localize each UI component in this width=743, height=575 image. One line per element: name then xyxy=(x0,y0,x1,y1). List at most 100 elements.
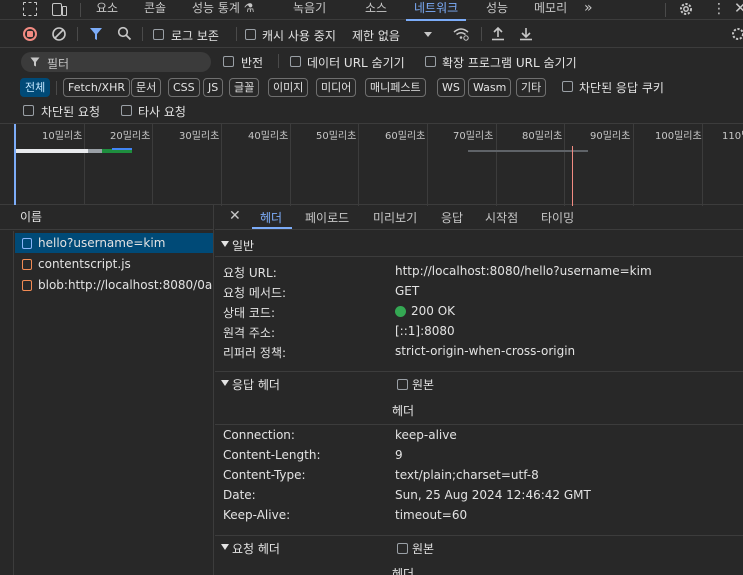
header-value: GET xyxy=(395,284,420,298)
network-settings-gear-icon[interactable] xyxy=(730,26,743,42)
throttling-select[interactable]: 제한 없음 xyxy=(352,27,400,44)
timeline-overview[interactable]: 10밀리초 20밀리초 30밀리초 40밀리초 50밀리초 60밀리초 70밀리… xyxy=(0,123,743,206)
general-title: 일반 xyxy=(232,239,255,253)
filter-placeholder: 필터 xyxy=(47,57,70,71)
more-options-icon[interactable]: ⋮ xyxy=(712,1,726,17)
expand-triangle-icon xyxy=(221,241,229,247)
header-key: Keep-Alive: xyxy=(223,508,291,522)
request-row-blob[interactable]: blob:http://localhost:8080/0a... xyxy=(15,275,213,295)
tab-timing[interactable]: 타이밍 xyxy=(541,209,574,226)
timeline-gridline xyxy=(633,124,634,206)
filter-icon[interactable] xyxy=(89,27,103,41)
timeline-gridline xyxy=(152,124,153,206)
tick-label: 70밀리초 xyxy=(453,131,494,142)
third-party-label: 타사 요청 xyxy=(138,105,186,119)
timeline-gridline xyxy=(702,124,703,206)
timeline-gridline xyxy=(290,124,291,206)
network-conditions-icon[interactable] xyxy=(452,26,470,42)
request-name: contentscript.js xyxy=(38,257,131,271)
timeline-gridline xyxy=(496,124,497,206)
section-divider xyxy=(215,424,743,425)
tab-payload[interactable]: 페이로드 xyxy=(305,209,349,226)
third-party-checkbox[interactable] xyxy=(121,105,132,116)
timeline-gridline xyxy=(564,124,565,206)
blocked-cookies-label: 차단된 응답 쿠키 xyxy=(579,81,664,95)
header-key: 요청 URL: xyxy=(223,266,277,280)
divider xyxy=(142,27,143,41)
tab-console[interactable]: 콘솔 xyxy=(144,0,166,20)
blocked-requests-checkbox[interactable] xyxy=(23,105,34,116)
record-stop-dot xyxy=(27,31,33,37)
chip-wasm[interactable]: Wasm xyxy=(468,78,512,97)
chevron-down-icon[interactable] xyxy=(424,32,432,37)
tab-preview[interactable]: 미리보기 xyxy=(373,209,417,226)
request-row-contentscript[interactable]: contentscript.js xyxy=(15,254,213,274)
search-icon[interactable] xyxy=(117,26,132,41)
tab-memory[interactable]: 메모리 xyxy=(534,0,567,20)
inspect-element-icon[interactable] xyxy=(23,2,37,16)
tick-label: 110밀 xyxy=(722,131,743,142)
divider xyxy=(278,54,279,68)
request-raw-checkbox[interactable] xyxy=(397,543,408,554)
tab-performance-insights[interactable]: 성능 통계 ⚗ xyxy=(192,0,255,20)
more-tabs-button[interactable]: » xyxy=(584,0,593,20)
chip-document[interactable]: 문서 xyxy=(131,78,162,97)
chip-js[interactable]: JS xyxy=(203,78,224,97)
header-key: Connection: xyxy=(223,428,295,442)
tab-initiator[interactable]: 시작점 xyxy=(485,209,518,226)
chip-fetch-xhr[interactable]: Fetch/XHR xyxy=(63,78,130,97)
timeline-gridline xyxy=(84,124,85,206)
network-toolbar: 로그 보존 캐시 사용 중지 제한 없음 xyxy=(0,21,743,48)
tab-sources[interactable]: 소스 xyxy=(365,0,387,20)
header-key: 요청 메서드: xyxy=(223,286,287,300)
tab-elements[interactable]: 요소 xyxy=(96,0,118,20)
device-toolbar-icon[interactable] xyxy=(52,3,62,16)
request-headers-section-header[interactable]: 요청 헤더 xyxy=(215,536,743,560)
close-icon[interactable]: ✕ xyxy=(734,0,743,16)
header-key: 상태 코드: xyxy=(223,306,276,320)
request-list: 이름 hello?username=kim contentscript.js b… xyxy=(0,205,214,575)
request-bar xyxy=(112,148,132,150)
request-row-hello[interactable]: hello?username=kim xyxy=(15,233,213,253)
close-detail-icon[interactable]: ✕ xyxy=(229,208,241,224)
name-column-header[interactable]: 이름 xyxy=(0,205,213,230)
tab-headers[interactable]: 헤더 xyxy=(260,209,282,226)
invert-label: 반전 xyxy=(241,56,264,70)
tab-network[interactable]: 네트워크 xyxy=(405,0,467,21)
filter-input[interactable]: 필터 xyxy=(21,52,211,72)
preserve-log-label: 로그 보존 xyxy=(171,29,219,43)
chip-css[interactable]: CSS xyxy=(168,78,200,97)
chip-ws[interactable]: WS xyxy=(437,78,465,97)
tab-recorder[interactable]: 녹음기 xyxy=(293,0,326,20)
header-value: strict-origin-when-cross-origin xyxy=(395,344,576,358)
divider xyxy=(80,3,81,17)
export-har-icon[interactable] xyxy=(519,26,533,41)
chip-manifest[interactable]: 매니페스트 xyxy=(365,78,426,97)
gear-icon[interactable] xyxy=(678,1,694,17)
status-ok-icon xyxy=(395,306,406,317)
blocked-cookies-checkbox[interactable] xyxy=(562,81,573,92)
chip-all[interactable]: 전체 xyxy=(20,78,51,97)
invert-checkbox[interactable] xyxy=(223,56,234,67)
disable-cache-label: 캐시 사용 중지 xyxy=(262,29,336,43)
chip-image[interactable]: 이미지 xyxy=(268,78,309,97)
chip-other[interactable]: 기타 xyxy=(516,78,547,97)
tab-response[interactable]: 응답 xyxy=(441,209,463,226)
chip-media[interactable]: 미디어 xyxy=(316,78,357,97)
tab-performance[interactable]: 성능 xyxy=(486,0,508,20)
request-headers-sub: 헤더 xyxy=(392,567,415,575)
response-raw-checkbox[interactable] xyxy=(397,379,408,390)
response-headers-section-header[interactable]: 응답 헤더 xyxy=(215,372,743,396)
divider xyxy=(77,27,78,41)
preserve-log-checkbox[interactable] xyxy=(153,29,164,40)
general-section-header[interactable]: 일반 xyxy=(215,233,743,257)
timeline-gridline xyxy=(427,124,428,206)
chip-font[interactable]: 글꼴 xyxy=(229,78,260,97)
clear-icon[interactable] xyxy=(51,26,67,42)
hide-extension-urls-checkbox[interactable] xyxy=(425,56,436,67)
hide-data-urls-checkbox[interactable] xyxy=(290,56,301,67)
disable-cache-checkbox[interactable] xyxy=(245,29,256,40)
import-har-icon[interactable] xyxy=(491,26,505,41)
tick-label: 50밀리초 xyxy=(316,131,357,142)
header-value: keep-alive xyxy=(395,428,457,442)
